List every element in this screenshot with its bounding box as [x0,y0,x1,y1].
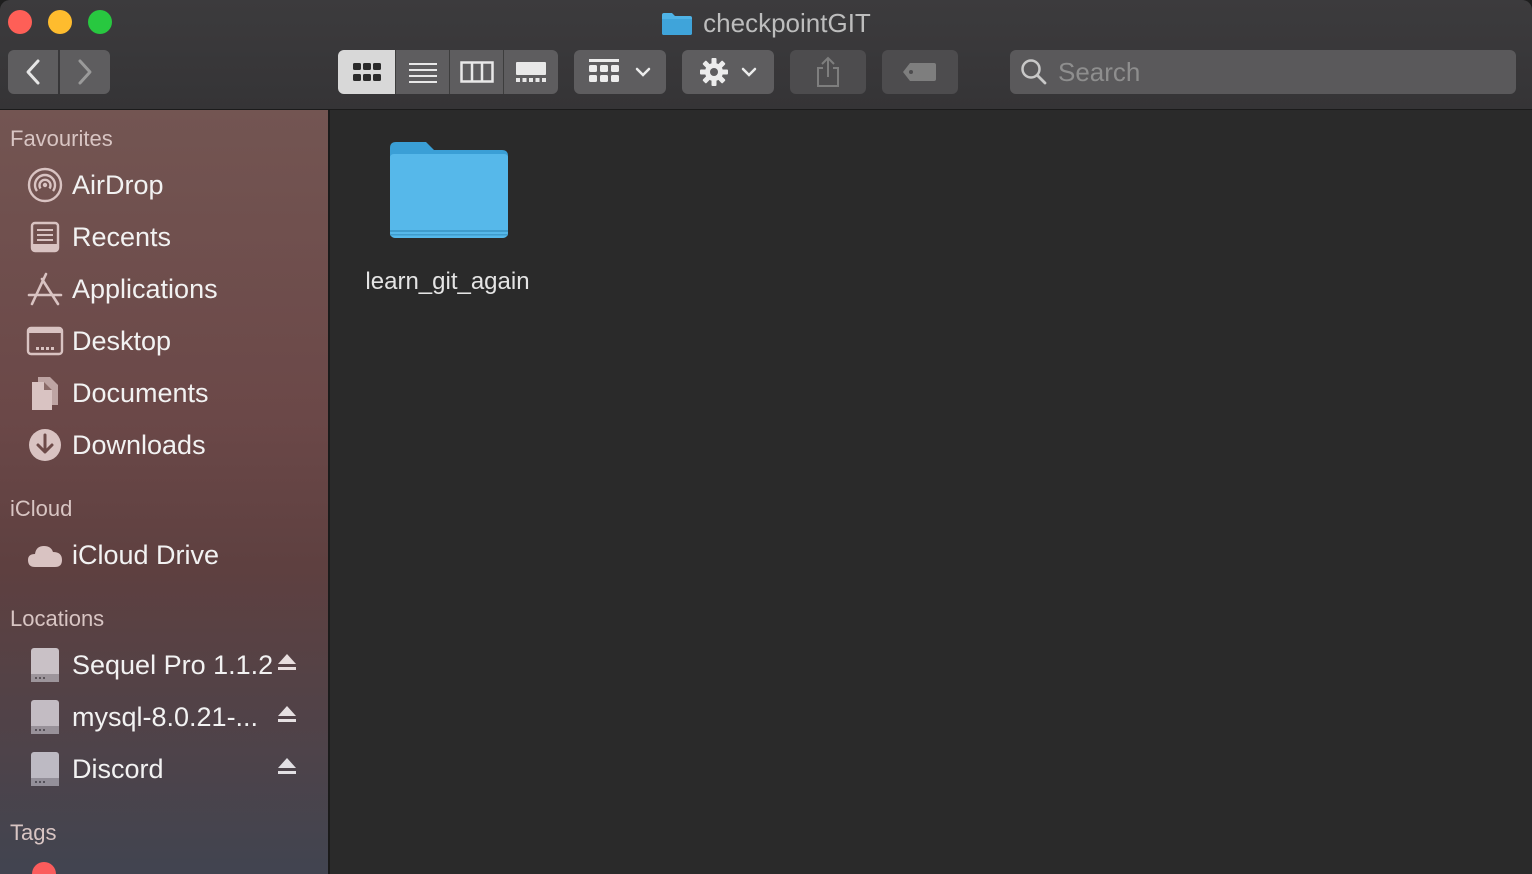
disk-icon [26,751,64,787]
sidebar-item-recents[interactable]: Recents [0,213,328,261]
share-button[interactable] [790,50,866,94]
sidebar-item-sequel-pro[interactable]: Sequel Pro 1.1.2 [0,641,328,689]
finder-window: checkpointGIT Search Favourites AirDrop … [0,0,1532,874]
grid-icon [352,63,381,81]
action-menu-button[interactable] [682,50,774,94]
eject-icon[interactable] [276,755,298,782]
back-button[interactable] [8,50,58,94]
columns-icon [459,61,494,83]
folder-item[interactable]: learn_git_again [360,140,535,310]
tag-icon [903,63,936,81]
group-grid-icon [589,59,619,82]
forward-button[interactable] [60,50,110,94]
folder-icon [388,140,508,243]
file-browser: learn_git_again [330,110,1532,874]
favourites-heading: Favourites [10,126,113,151]
sidebar-item-documents[interactable]: Documents [0,369,328,417]
search-field[interactable] [1010,50,1516,94]
sidebar-item-airdrop[interactable]: AirDrop [0,161,328,209]
documents-icon [26,375,64,411]
eject-icon[interactable] [276,651,298,678]
icon-view-button[interactable] [338,50,396,94]
tags-button[interactable] [882,50,958,94]
list-icon [408,63,437,83]
sidebar-item-desktop[interactable]: Desktop [0,317,328,365]
chevron-down-icon [635,67,651,77]
chevron-right-icon [78,59,92,85]
sidebar-item-applications[interactable]: Applications [0,265,328,313]
toolbar: checkpointGIT [0,0,1532,110]
gallery-view-button[interactable] [504,50,558,94]
sidebar-item-discord[interactable]: Discord [0,745,328,793]
airdrop-icon [26,167,64,203]
chevron-down-icon [741,67,757,77]
window-title: checkpointGIT [0,6,1532,44]
disk-icon [26,699,64,735]
recents-icon [26,219,64,255]
search-icon [1021,59,1047,85]
sidebar: Favourites AirDrop Recents Applications … [0,110,330,874]
sidebar-item-downloads[interactable]: Downloads [0,421,328,469]
sidebar-item-mysql[interactable]: mysql-8.0.21-... [0,693,328,741]
search-input[interactable] [1056,55,1500,89]
folder-name: learn_git_again [365,268,530,295]
view-mode-control [338,50,558,94]
sidebar-item-label: Sequel Pro 1.1.2 [72,649,274,680]
sidebar-item-label: Recents [72,221,172,252]
locations-heading: Locations [10,606,105,631]
sidebar-item-label: Documents [72,377,209,408]
sidebar-item-label: Discord [72,753,164,784]
column-view-button[interactable] [450,50,504,94]
sidebar-item-label: mysql-8.0.21-... [72,701,259,732]
disk-icon [26,647,64,683]
applications-icon [26,271,64,307]
window-title-text: checkpointGIT [703,8,871,38]
share-icon [817,56,839,87]
tag-color-dot[interactable] [32,862,56,874]
folder-icon [661,10,693,44]
sidebar-item-label: AirDrop [72,169,164,200]
desktop-icon [26,323,64,359]
gallery-icon [516,62,546,82]
icloud-heading: iCloud [10,496,73,521]
eject-icon[interactable] [276,703,298,730]
sidebar-item-label: iCloud Drive [72,539,220,570]
list-view-button[interactable] [396,50,450,94]
chevron-left-icon [26,59,40,85]
group-by-button[interactable] [574,50,666,94]
cloud-icon [26,537,64,573]
downloads-icon [26,427,64,463]
tags-heading: Tags [10,820,57,845]
sidebar-item-label: Applications [72,273,218,304]
gear-icon [700,58,728,86]
sidebar-item-icloud-drive[interactable]: iCloud Drive [0,531,328,579]
sidebar-item-label: Desktop [72,325,172,356]
sidebar-item-label: Downloads [72,429,206,460]
